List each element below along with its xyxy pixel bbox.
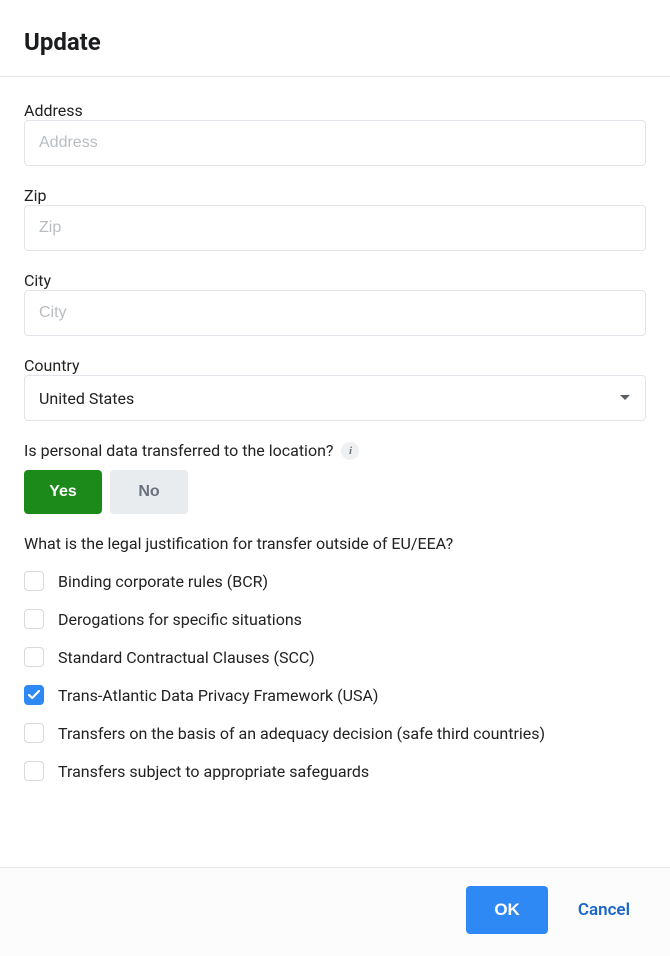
field-transfer-question: Is personal data transferred to the loca… <box>24 441 646 514</box>
form-body: Address Zip City Country United States I… <box>0 77 670 867</box>
address-input[interactable] <box>24 120 646 166</box>
country-selected-value: United States <box>39 389 134 408</box>
address-label: Address <box>24 101 83 120</box>
zip-input[interactable] <box>24 205 646 251</box>
justification-option-label: Derogations for specific situations <box>58 610 302 629</box>
field-zip: Zip <box>24 186 646 251</box>
field-country: Country United States <box>24 356 646 421</box>
justification-option[interactable]: Transfers on the basis of an adequacy de… <box>24 723 646 743</box>
page-title: Update <box>24 28 646 56</box>
justification-option[interactable]: Standard Contractual Clauses (SCC) <box>24 647 646 667</box>
country-label: Country <box>24 356 80 375</box>
field-city: City <box>24 271 646 336</box>
field-justification: What is the legal justification for tran… <box>24 534 646 781</box>
cancel-button[interactable]: Cancel <box>578 900 646 920</box>
checkbox[interactable] <box>24 647 44 667</box>
city-label: City <box>24 271 51 290</box>
transfer-question-label: Is personal data transferred to the loca… <box>24 441 333 460</box>
justification-option-label: Transfers on the basis of an adequacy de… <box>58 724 545 743</box>
justification-option-label: Standard Contractual Clauses (SCC) <box>58 648 315 667</box>
justification-options: Binding corporate rules (BCR) Derogations… <box>24 571 646 781</box>
field-address: Address <box>24 101 646 166</box>
justification-option[interactable]: Binding corporate rules (BCR) <box>24 571 646 591</box>
justification-label: What is the legal justification for tran… <box>24 534 646 553</box>
ok-button[interactable]: OK <box>466 886 548 934</box>
checkbox[interactable] <box>24 571 44 591</box>
justification-option[interactable]: Trans-Atlantic Data Privacy Framework (U… <box>24 685 646 705</box>
dialog-footer: OK Cancel <box>0 867 670 956</box>
country-select[interactable]: United States <box>24 375 646 421</box>
zip-label: Zip <box>24 186 46 205</box>
justification-option-label: Trans-Atlantic Data Privacy Framework (U… <box>58 686 378 705</box>
justification-option[interactable]: Derogations for specific situations <box>24 609 646 629</box>
info-icon[interactable]: i <box>341 442 359 460</box>
yes-no-toggle: Yes No <box>24 470 646 514</box>
city-input[interactable] <box>24 290 646 336</box>
justification-option-label: Transfers subject to appropriate safegua… <box>58 762 369 781</box>
dialog-header: Update <box>0 0 670 77</box>
toggle-yes-button[interactable]: Yes <box>24 470 102 514</box>
checkbox[interactable] <box>24 685 44 705</box>
checkbox[interactable] <box>24 609 44 629</box>
justification-option-label: Binding corporate rules (BCR) <box>58 572 268 591</box>
checkbox[interactable] <box>24 723 44 743</box>
toggle-no-button[interactable]: No <box>110 470 188 514</box>
checkbox[interactable] <box>24 761 44 781</box>
justification-option[interactable]: Transfers subject to appropriate safegua… <box>24 761 646 781</box>
